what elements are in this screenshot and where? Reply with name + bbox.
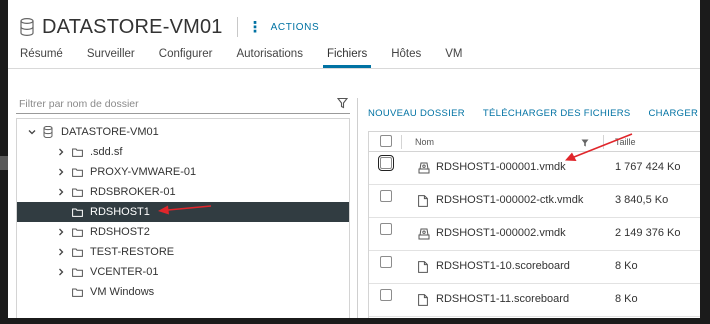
row-checkbox[interactable] (378, 155, 394, 171)
file-size: 8 Ko (615, 260, 638, 272)
tree-item-label: VCENTER-01 (90, 266, 159, 278)
table-row[interactable]: RDSHOST1-10.scoreboard 8 Ko (369, 251, 708, 284)
folder-filter (16, 94, 350, 114)
tree-item-label: RDSHOST1 (90, 206, 150, 218)
column-divider (401, 135, 402, 149)
new-folder-button[interactable]: NOUVEAU DOSSIER (368, 108, 465, 119)
row-checkbox[interactable] (380, 256, 392, 268)
folder-icon (72, 228, 83, 237)
tree-item-label: RDSHOST2 (90, 226, 150, 238)
tab-permissions[interactable]: Autorisations (236, 46, 302, 68)
tree-item-label: VM Windows (90, 286, 155, 298)
panel-splitter[interactable] (357, 98, 358, 318)
folder-icon (72, 248, 83, 257)
tree-item-rdshost1[interactable]: RDSHOST1 (17, 202, 349, 222)
column-divider (603, 135, 604, 149)
tree-item-label: RDSBROKER-01 (90, 186, 176, 198)
column-header-name[interactable]: Nom (415, 137, 434, 147)
file-icon (418, 294, 428, 306)
virtual-disk-icon (418, 162, 430, 174)
filter-icon[interactable] (337, 97, 348, 109)
folder-icon (72, 268, 83, 277)
tab-configure[interactable]: Configurer (159, 46, 213, 68)
window-edge-marker (0, 156, 8, 170)
file-name[interactable]: RDSHOST1-000001.vmdk (436, 161, 566, 173)
download-files-button[interactable]: TÉLÉCHARGER DES FICHIERS (483, 108, 631, 119)
column-filter-icon[interactable] (581, 139, 589, 147)
chevron-down-icon[interactable] (27, 127, 37, 137)
datastore-icon (43, 126, 53, 138)
select-all-checkbox[interactable] (380, 135, 392, 147)
tree-item-proxy-vmware-01[interactable]: PROXY-VMWARE-01 (17, 162, 349, 182)
file-name[interactable]: RDSHOST1-10.scoreboard (436, 260, 570, 272)
file-icon (418, 261, 428, 273)
grid-header: Nom Taille (369, 132, 708, 152)
row-checkbox[interactable] (380, 190, 392, 202)
folder-tree: DATASTORE-VM01 .sdd.sf PROXY-VMWARE-01 R… (16, 118, 350, 318)
file-size: 2 149 376 Ko (615, 227, 681, 239)
tree-item-rdsbroker-01[interactable]: RDSBROKER-01 (17, 182, 349, 202)
table-row[interactable]: RDSHOST1-000002.vmdk 2 149 376 Ko (369, 218, 708, 251)
tree-item-label: PROXY-VMWARE-01 (90, 166, 197, 178)
tabs-divider (8, 68, 708, 69)
page-header: DATASTORE-VM01 ⋮ ACTIONS (20, 14, 319, 40)
chevron-right-icon[interactable] (56, 147, 66, 157)
tree-item-vm-windows[interactable]: VM Windows (17, 282, 349, 302)
file-size: 8 Ko (615, 293, 638, 305)
folder-filter-input[interactable] (16, 95, 316, 113)
tree-item-label: .sdd.sf (90, 146, 123, 158)
table-row[interactable]: RDSHOST1-000002-ctk.vmdk 3 840,5 Ko (369, 185, 708, 218)
tab-hosts[interactable]: Hôtes (391, 46, 421, 68)
file-size: 1 767 424 Ko (615, 161, 681, 173)
actions-button[interactable]: ACTIONS (271, 22, 320, 33)
folder-icon (72, 208, 83, 217)
tab-monitor[interactable]: Surveiller (87, 46, 135, 68)
row-checkbox[interactable] (380, 223, 392, 235)
chevron-right-icon[interactable] (56, 247, 66, 257)
header-divider (236, 17, 238, 37)
datastore-icon (20, 18, 34, 36)
tree-item-test-restore[interactable]: TEST-RESTORE (17, 242, 349, 262)
datastore-files-view: DATASTORE-VM01 ⋮ ACTIONS Résumé Surveill… (8, 0, 708, 318)
folder-icon (72, 288, 83, 297)
tree-item-sdd-sf[interactable]: .sdd.sf (17, 142, 349, 162)
file-name[interactable]: RDSHOST1-11.scoreboard (436, 293, 569, 305)
file-size: 3 840,5 Ko (615, 194, 669, 206)
table-row[interactable]: RDSHOST1-11.scoreboard 8 Ko (369, 284, 708, 317)
file-grid: Nom Taille RDSHOST1-000001.vmdk 1 767 42… (368, 131, 708, 318)
tree-root[interactable]: DATASTORE-VM01 (17, 122, 349, 142)
file-toolbar: NOUVEAU DOSSIER TÉLÉCHARGER DES FICHIERS… (368, 108, 708, 119)
tree-item-label: TEST-RESTORE (90, 246, 175, 258)
tree-item-vcenter-01[interactable]: VCENTER-01 (17, 262, 349, 282)
chevron-right-icon[interactable] (56, 227, 66, 237)
kebab-menu-icon[interactable]: ⋮ (248, 20, 263, 35)
tree-item-rdshost2[interactable]: RDSHOST2 (17, 222, 349, 242)
folder-icon (72, 188, 83, 197)
table-row[interactable]: RDSHOST1-000001.vmdk 1 767 424 Ko (369, 152, 708, 185)
tree-root-label: DATASTORE-VM01 (61, 126, 159, 138)
chevron-right-icon[interactable] (56, 267, 66, 277)
column-header-size[interactable]: Taille (615, 137, 636, 147)
tab-bar: Résumé Surveiller Configurer Autorisatio… (20, 46, 487, 68)
file-name[interactable]: RDSHOST1-000002-ctk.vmdk (436, 194, 583, 206)
tab-files[interactable]: Fichiers (322, 46, 372, 68)
tab-summary[interactable]: Résumé (20, 46, 63, 68)
folder-icon (72, 168, 83, 177)
file-icon (418, 195, 428, 207)
row-checkbox[interactable] (380, 289, 392, 301)
page-title: DATASTORE-VM01 (42, 15, 223, 38)
virtual-disk-icon (418, 228, 430, 240)
chevron-right-icon[interactable] (56, 167, 66, 177)
chevron-right-icon[interactable] (56, 187, 66, 197)
window-edge (700, 0, 710, 324)
tab-vm[interactable]: VM (445, 46, 462, 68)
file-name[interactable]: RDSHOST1-000002.vmdk (436, 227, 566, 239)
folder-icon (72, 148, 83, 157)
